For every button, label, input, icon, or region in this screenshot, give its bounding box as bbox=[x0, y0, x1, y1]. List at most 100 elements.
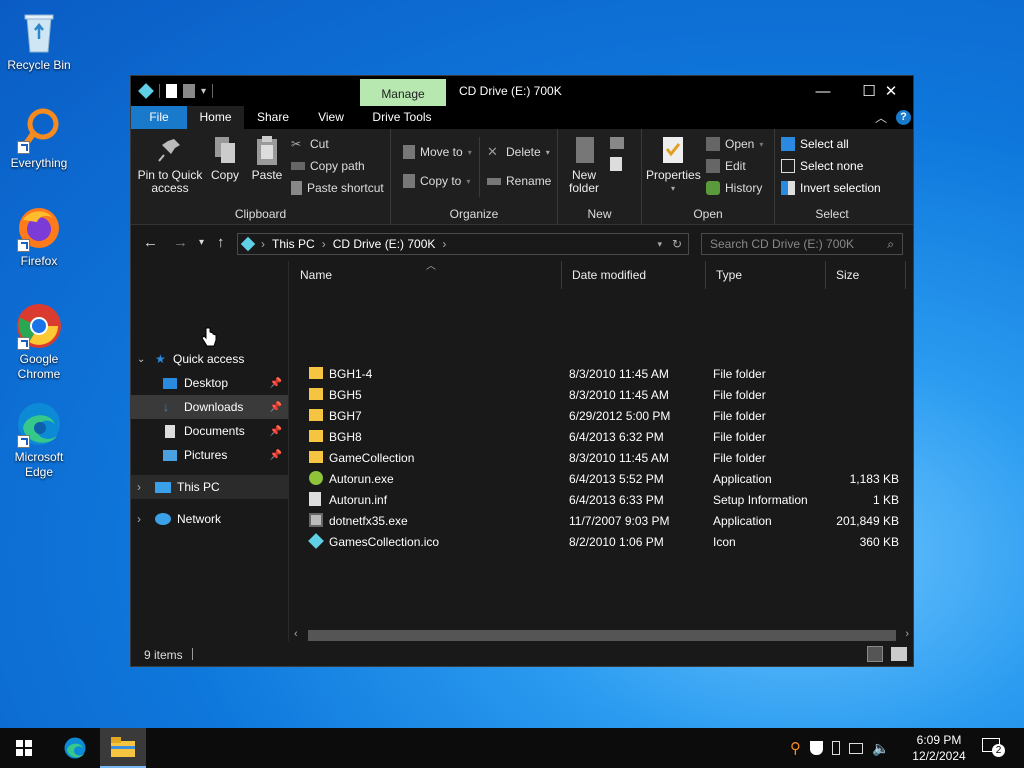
drive-icon bbox=[240, 236, 256, 252]
file-date: 8/3/2010 11:45 AM bbox=[569, 367, 669, 381]
address-bar[interactable]: › This PC › CD Drive (E:) 700K › ▾ ↻ bbox=[237, 233, 689, 255]
address-dropdown-icon[interactable]: ▾ bbox=[657, 239, 662, 250]
properties-qat-icon[interactable] bbox=[166, 84, 177, 98]
minimize-button[interactable]: — bbox=[800, 76, 846, 106]
new-item-icon[interactable] bbox=[610, 137, 624, 149]
chevron-down-icon: ⌄ bbox=[137, 353, 146, 365]
help-icon[interactable]: ? bbox=[896, 110, 911, 125]
forward-arrow-icon[interactable]: → bbox=[173, 234, 188, 251]
taskbar-edge-button[interactable] bbox=[52, 728, 98, 768]
copy-to-button[interactable]: Copy to ▾ bbox=[403, 174, 470, 188]
details-view-icon[interactable] bbox=[867, 646, 883, 662]
start-button[interactable] bbox=[0, 728, 48, 768]
breadcrumb-this-pc[interactable]: This PC bbox=[272, 237, 315, 251]
nav-desktop[interactable]: Desktop 📌 bbox=[131, 371, 288, 395]
notifications-button[interactable]: 2 bbox=[980, 738, 1006, 758]
tab-manage[interactable]: Manage bbox=[360, 79, 446, 106]
column-header-size[interactable]: Size bbox=[826, 261, 906, 289]
everything-tray-icon[interactable]: ⚲ bbox=[790, 739, 801, 757]
recycle-bin-icon bbox=[15, 8, 63, 56]
refresh-icon[interactable]: ↻ bbox=[672, 237, 682, 251]
search-input[interactable]: Search CD Drive (E:) 700K ⌕ bbox=[701, 233, 903, 255]
nav-documents[interactable]: Documents 📌 bbox=[131, 419, 288, 443]
nav-pictures[interactable]: Pictures 📌 bbox=[131, 443, 288, 467]
nav-network[interactable]: › Network bbox=[131, 507, 288, 531]
new-folder-qat-icon[interactable] bbox=[183, 84, 195, 98]
file-row[interactable]: Autorun.exe 6/4/2013 5:52 PM Application 1,… bbox=[290, 468, 913, 489]
column-header-type[interactable]: Type bbox=[706, 261, 826, 289]
file-name: BGH8 bbox=[329, 430, 362, 444]
paste-button[interactable]: Paste bbox=[247, 135, 287, 182]
tab-home[interactable]: Home bbox=[187, 106, 244, 129]
tab-share[interactable]: Share bbox=[253, 106, 293, 129]
recent-locations-icon[interactable]: ▾ bbox=[199, 237, 204, 248]
delete-button[interactable]: ✕ Delete ▾ bbox=[487, 145, 550, 160]
file-row[interactable]: GamesCollection.ico 8/2/2010 1:06 PM Icon 3… bbox=[290, 531, 913, 552]
tab-view[interactable]: View bbox=[311, 106, 351, 129]
desktop-icon-edge[interactable]: Microsoft Edge bbox=[6, 400, 72, 480]
tab-file[interactable]: File bbox=[131, 106, 187, 129]
scroll-right-icon[interactable]: › bbox=[905, 628, 909, 640]
windows-logo-icon bbox=[16, 740, 32, 756]
up-arrow-icon[interactable]: ↑ bbox=[217, 234, 225, 251]
paste-shortcut-button[interactable]: Paste shortcut bbox=[291, 181, 384, 195]
new-folder-button[interactable]: New folder bbox=[562, 135, 606, 195]
tab-drive-tools[interactable]: Drive Tools bbox=[367, 106, 437, 129]
clipboard-group: Pin to Quick access Copy Paste ✂ Cut Copy… bbox=[131, 129, 391, 225]
breadcrumb-cd-drive[interactable]: CD Drive (E:) 700K bbox=[333, 237, 436, 251]
horizontal-scrollbar[interactable]: ‹ › bbox=[290, 627, 913, 644]
everything-search-icon bbox=[15, 106, 63, 154]
usb-device-icon[interactable] bbox=[832, 741, 840, 755]
clock[interactable]: 6:09 PM 12/2/2024 bbox=[908, 732, 970, 764]
file-row[interactable]: BGH1-4 8/3/2010 11:45 AM File folder bbox=[290, 363, 913, 384]
close-button[interactable]: ✕ bbox=[868, 76, 914, 106]
large-icons-view-icon[interactable] bbox=[891, 647, 907, 661]
file-row[interactable]: BGH8 6/4/2013 6:32 PM File folder bbox=[290, 426, 913, 447]
file-row[interactable]: Autorun.inf 6/4/2013 6:33 PM Setup Informa… bbox=[290, 489, 913, 510]
copy-path-button[interactable]: Copy path bbox=[291, 159, 365, 173]
edit-button[interactable]: Edit bbox=[706, 159, 746, 173]
nav-quick-access[interactable]: ⌄ ★ Quick access bbox=[131, 347, 288, 371]
nav-this-pc[interactable]: › This PC bbox=[131, 475, 288, 499]
invert-selection-button[interactable]: Invert selection bbox=[781, 181, 881, 195]
file-name: Autorun.exe bbox=[329, 472, 394, 486]
desktop-icon-recycle-bin[interactable]: Recycle Bin bbox=[6, 8, 72, 73]
file-row[interactable]: GameCollection 8/3/2010 11:45 AM File fold… bbox=[290, 447, 913, 468]
pin-quick-access-button[interactable]: Pin to Quick access bbox=[137, 135, 203, 195]
file-date: 8/3/2010 11:45 AM bbox=[569, 451, 669, 465]
desktop-icon-chrome[interactable]: Google Chrome bbox=[6, 302, 72, 382]
history-button[interactable]: History bbox=[706, 181, 762, 195]
collapse-ribbon-icon[interactable]: ︿ bbox=[875, 109, 887, 126]
pin-icon bbox=[156, 135, 184, 165]
security-shield-icon[interactable] bbox=[810, 741, 823, 755]
new-folder-icon bbox=[570, 135, 598, 165]
move-to-button[interactable]: Move to ▾ bbox=[403, 145, 472, 159]
select-all-button[interactable]: Select all bbox=[781, 137, 849, 151]
volume-muted-icon[interactable]: 🔈 bbox=[872, 740, 889, 757]
file-row[interactable]: BGH5 8/3/2010 11:45 AM File folder bbox=[290, 384, 913, 405]
clipboard-label: Clipboard bbox=[234, 207, 287, 221]
column-header-name[interactable]: Name ︿ bbox=[290, 261, 562, 289]
column-header-date[interactable]: Date modified bbox=[562, 261, 706, 289]
desktop-icon-everything[interactable]: Everything bbox=[6, 106, 72, 171]
file-row[interactable]: BGH7 6/29/2012 5:00 PM File folder bbox=[290, 405, 913, 426]
network-status-icon[interactable] bbox=[849, 742, 863, 754]
taskbar-explorer-button[interactable] bbox=[100, 728, 146, 768]
open-icon bbox=[706, 137, 720, 151]
desktop-icon-firefox[interactable]: Firefox bbox=[6, 204, 72, 269]
cut-button[interactable]: ✂ Cut bbox=[291, 137, 329, 151]
open-button[interactable]: Open ▾ bbox=[706, 137, 763, 151]
scroll-left-icon[interactable]: ‹ bbox=[294, 628, 298, 640]
select-none-button[interactable]: Select none bbox=[781, 159, 863, 173]
easy-access-icon[interactable] bbox=[610, 157, 622, 171]
file-type: Application bbox=[713, 514, 772, 528]
back-arrow-icon[interactable]: ← bbox=[143, 234, 158, 251]
copy-button[interactable]: Copy bbox=[207, 135, 243, 182]
customize-qat-icon[interactable]: ▾ bbox=[201, 86, 206, 97]
nav-downloads[interactable]: ↓ Downloads 📌 bbox=[131, 395, 288, 419]
file-row[interactable]: dotnetfx35.exe 11/7/2007 9:03 PM Applicati… bbox=[290, 510, 913, 531]
rename-button[interactable]: Rename bbox=[487, 174, 551, 188]
copy-path-icon bbox=[291, 162, 305, 170]
properties-button[interactable]: Properties ▾ bbox=[646, 135, 701, 195]
scrollbar-thumb[interactable] bbox=[308, 630, 896, 641]
